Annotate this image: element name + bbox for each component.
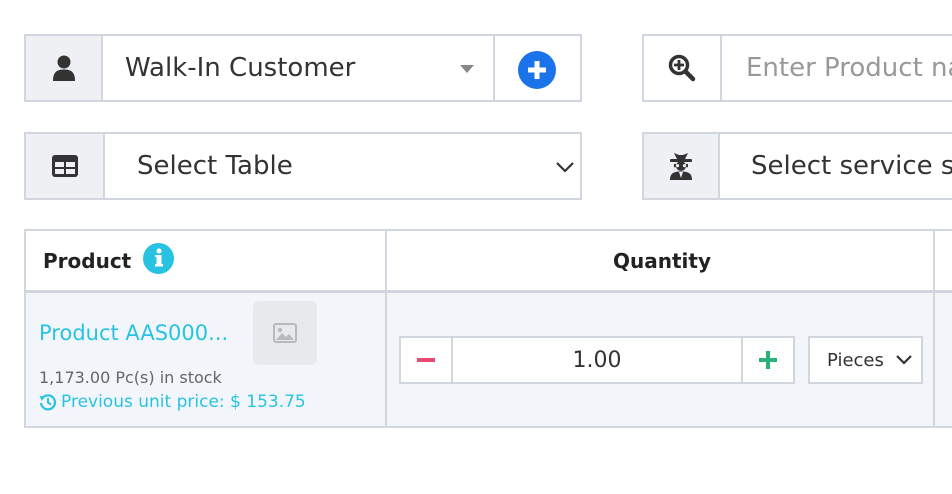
table-select-value[interactable]: Select Table — [137, 134, 517, 198]
history-icon — [39, 394, 57, 411]
column-divider — [385, 293, 387, 426]
info-circle-icon[interactable] — [143, 242, 175, 274]
add-customer-button[interactable] — [518, 51, 556, 89]
previous-price-text: Previous unit price: $ 153.75 — [61, 392, 306, 412]
customer-value[interactable]: Walk-In Customer — [125, 36, 445, 100]
table-addon — [26, 134, 103, 198]
plus-circle-icon — [528, 61, 546, 79]
product-image-placeholder — [253, 301, 317, 365]
header-quantity: Quantity — [387, 231, 937, 291]
quantity-plus-button[interactable] — [743, 338, 793, 382]
previous-price[interactable]: Previous unit price: $ 153.75 — [39, 392, 306, 412]
header-product-label: Product — [43, 249, 132, 273]
table-row: Product AAS000... 1,173.00 Pc(s) in stoc… — [26, 293, 952, 426]
header-quantity-label: Quantity — [613, 249, 711, 273]
table-select-group: Select Table — [24, 132, 582, 200]
separator — [720, 36, 722, 100]
quantity-input[interactable]: 1.00 — [453, 338, 741, 382]
table-icon — [51, 155, 78, 177]
image-icon — [273, 323, 297, 343]
customer-addon — [26, 36, 101, 100]
product-name-link[interactable]: Product AAS000... — [39, 321, 228, 345]
quantity-minus-button[interactable] — [401, 338, 451, 382]
unit-value: Pieces — [827, 349, 884, 371]
plus-icon — [759, 351, 777, 369]
user-secret-icon — [670, 153, 692, 180]
service-staff-select[interactable]: Select service sta — [751, 134, 952, 198]
search-addon — [644, 36, 720, 100]
quantity-stepper: 1.00 — [399, 336, 795, 384]
header-product: Product — [43, 231, 175, 291]
product-table: Product Quantity Product AAS000... 1,173… — [24, 229, 952, 428]
separator — [718, 134, 720, 198]
column-divider — [933, 293, 935, 426]
unit-select[interactable]: Pieces — [808, 336, 923, 384]
search-plus-icon — [668, 54, 696, 82]
chevron-down-icon — [896, 355, 912, 365]
separator — [103, 134, 105, 198]
stock-text: 1,173.00 Pc(s) in stock — [39, 368, 222, 387]
staff-addon — [644, 134, 718, 198]
product-search-group: Enter Product na — [642, 34, 952, 102]
chevron-down-icon[interactable] — [555, 160, 575, 174]
separator — [101, 36, 103, 100]
service-staff-group: Select service sta — [642, 132, 952, 200]
product-search-input[interactable]: Enter Product na — [746, 36, 952, 100]
separator — [493, 36, 495, 100]
chevron-down-icon[interactable] — [460, 65, 474, 73]
minus-icon — [417, 358, 435, 362]
user-icon — [52, 55, 75, 81]
customer-select-group: Walk-In Customer — [24, 34, 582, 102]
